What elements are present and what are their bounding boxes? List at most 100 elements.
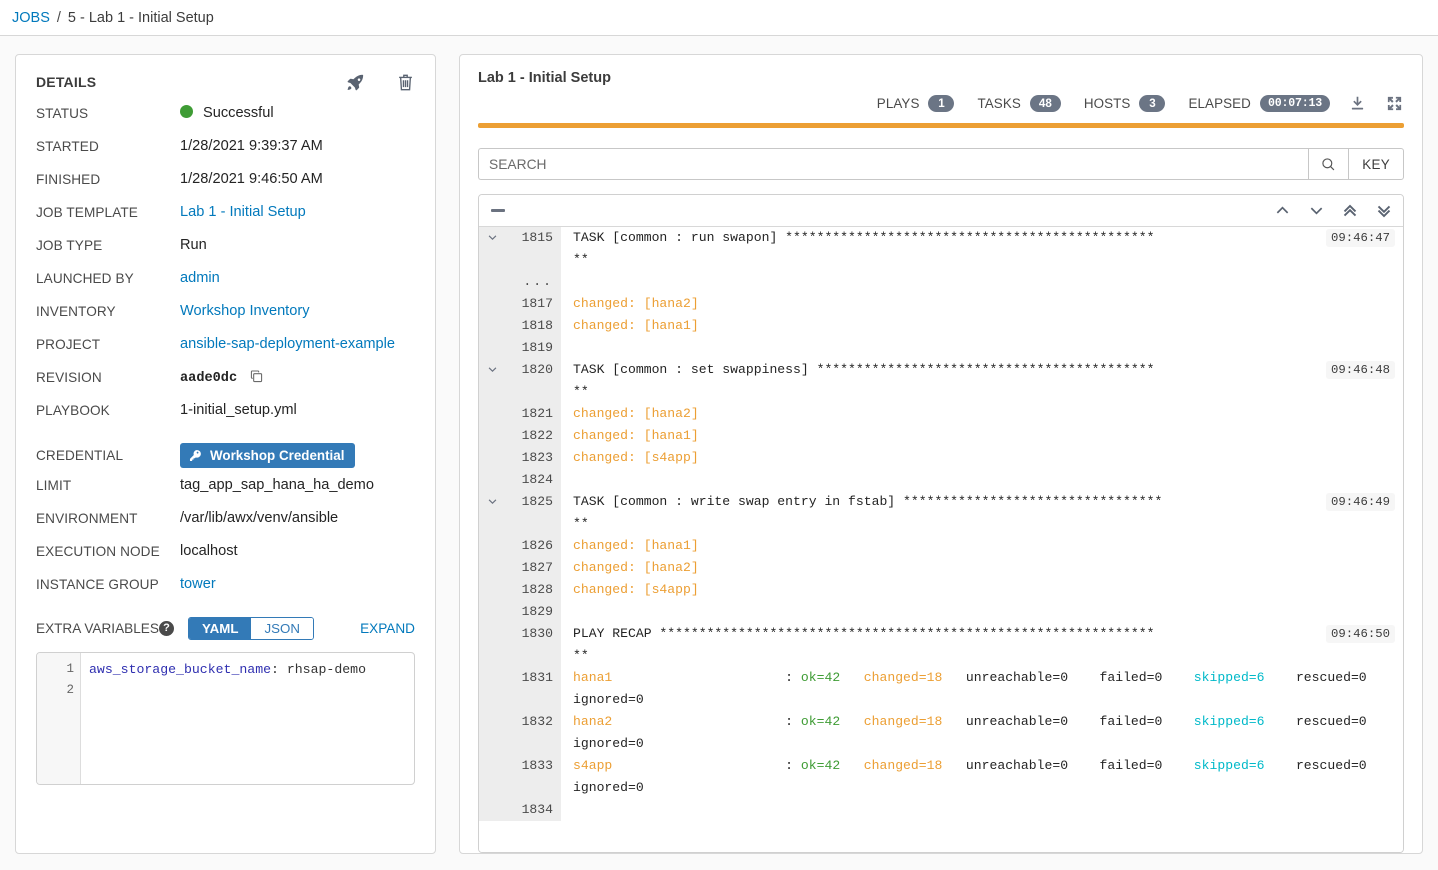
format-json-button[interactable]: JSON — [251, 617, 313, 639]
rocket-icon[interactable] — [345, 72, 365, 92]
trash-icon[interactable] — [395, 72, 415, 92]
console-line: ... — [479, 271, 1403, 293]
collapse-all-toggle[interactable] — [491, 209, 505, 212]
console-text-segment: changed=18 — [863, 714, 943, 729]
label-execution-node: EXECUTION NODE — [36, 544, 160, 559]
stat-value-hosts: 3 — [1139, 94, 1166, 112]
scroll-down-icon[interactable] — [1307, 202, 1325, 220]
console-lines[interactable]: 1815 TASK [common : run swapon] *********… — [479, 227, 1403, 852]
console-line-number: 1827 — [505, 557, 561, 579]
console-line-text: changed: [s4app] — [561, 579, 1403, 601]
launched-by-link[interactable]: admin — [180, 270, 220, 286]
console-line-spacer — [479, 535, 505, 557]
console-timestamp: 09:46:48 — [1325, 361, 1395, 379]
revision-value: aade0dc — [180, 371, 238, 386]
console-line: 1822 changed: [hana1] — [479, 425, 1403, 447]
stat-label-elapsed: ELAPSED — [1188, 95, 1251, 111]
inventory-link[interactable]: Workshop Inventory — [180, 303, 310, 319]
value-playbook: 1-initial_setup.yml — [180, 402, 297, 418]
console-line-number: 1828 — [505, 579, 561, 601]
console-line-number: 1825 — [505, 491, 561, 535]
stat-value-plays: 1 — [928, 94, 955, 112]
console-line: 1818 changed: [hana1] — [479, 315, 1403, 337]
scroll-bottom-icon[interactable] — [1375, 202, 1393, 220]
console-text-segment: changed: [s4app] — [573, 582, 699, 597]
scroll-up-icon[interactable] — [1273, 202, 1291, 220]
console-line-text: changed: [hana1] — [561, 535, 1403, 557]
console-line-text: changed: [hana1] — [561, 315, 1403, 337]
console-line-spacer — [479, 293, 505, 315]
chevron-down-icon[interactable] — [479, 227, 505, 271]
console-nav-icons — [1273, 202, 1393, 220]
console-line-text: s4app : ok=42 changed=18 unreachable=0 f… — [561, 755, 1403, 799]
console-line: 1829 — [479, 601, 1403, 623]
chevron-down-icon[interactable] — [479, 359, 505, 403]
console-line-text: changed: [hana2] — [561, 557, 1403, 579]
credential-chip[interactable]: Workshop Credential — [180, 442, 356, 468]
search-icon[interactable] — [1308, 148, 1349, 180]
console-text-segment: skipped=6 — [1193, 714, 1265, 729]
console-text-segment: s4app — [573, 758, 613, 773]
console-line-spacer — [479, 557, 505, 579]
yaml-value: : rhsap-demo — [271, 662, 366, 677]
details-title: DETAILS — [36, 74, 97, 90]
label-finished: FINISHED — [36, 172, 101, 187]
console-line-number: 1815 — [505, 227, 561, 271]
stat-label-tasks: TASKS — [977, 95, 1021, 111]
instance-group-link[interactable]: tower — [180, 576, 216, 592]
console-line-number: 1831 — [505, 667, 561, 711]
scroll-top-icon[interactable] — [1341, 202, 1359, 220]
detail-row-environment: ENVIRONMENT /var/lib/awx/venv/ansible — [36, 509, 415, 542]
question-mark-icon[interactable]: ? — [159, 620, 174, 636]
console-line-spacer — [479, 623, 505, 667]
console-text-segment: ok=42 — [800, 758, 841, 773]
detail-row-job-template: JOB TEMPLATE Lab 1 - Initial Setup — [36, 203, 415, 236]
editor-content[interactable]: aws_storage_bucket_name: rhsap-demo — [81, 653, 414, 784]
console-text-segment: : — [612, 670, 801, 685]
console-text-segment: unreachable=0 failed=0 — [942, 670, 1194, 685]
key-button[interactable]: KEY — [1348, 148, 1404, 180]
chevron-down-icon[interactable] — [479, 491, 505, 535]
details-actions — [345, 72, 415, 92]
console-line: 1833 s4app : ok=42 changed=18 unreachable… — [479, 755, 1403, 799]
console-timestamp: 09:46:50 — [1325, 625, 1395, 643]
console-text-segment: changed: [hana2] — [573, 296, 699, 311]
label-credential: CREDENTIAL — [36, 447, 124, 463]
search-input[interactable] — [478, 148, 1309, 180]
label-extra-variables: EXTRA VARIABLES — [36, 620, 159, 636]
console-line-text: changed: [hana2] — [561, 403, 1403, 425]
value-status: Successful — [180, 104, 274, 121]
extra-variables-editor[interactable]: 1 2 aws_storage_bucket_name: rhsap-demo — [36, 652, 415, 785]
project-link[interactable]: ansible-sap-deployment-example — [180, 336, 395, 352]
console-line-spacer — [479, 799, 505, 821]
console-text-segment: changed: [hana1] — [573, 538, 699, 553]
label-environment: ENVIRONMENT — [36, 511, 138, 526]
console-line-spacer — [479, 315, 505, 337]
console-line-spacer — [479, 711, 505, 755]
download-icon[interactable] — [1347, 93, 1367, 113]
label-job-type: JOB TYPE — [36, 238, 103, 253]
expand-icon[interactable] — [1384, 93, 1404, 113]
console-text-segment: changed: [hana2] — [573, 560, 699, 575]
output-title: Lab 1 - Initial Setup — [478, 70, 611, 86]
console-text-segment: unreachable=0 failed=0 — [942, 758, 1194, 773]
console-line-number: ... — [505, 271, 561, 293]
detail-row-started: STARTED 1/28/2021 9:39:37 AM — [36, 137, 415, 170]
label-revision: REVISION — [36, 370, 102, 385]
console-text-segment: : — [612, 714, 801, 729]
label-inventory: INVENTORY — [36, 304, 116, 319]
console-text-segment: changed=18 — [863, 758, 943, 773]
status-text: Successful — [203, 105, 274, 121]
console-text-segment: changed: [s4app] — [573, 450, 699, 465]
console-text-segment: skipped=6 — [1193, 670, 1265, 685]
console-line: 1831 hana1 : ok=42 changed=18 unreachable… — [479, 667, 1403, 711]
breadcrumb-current: 5 - Lab 1 - Initial Setup — [67, 9, 214, 26]
expand-variables-link[interactable]: EXPAND — [360, 621, 415, 636]
breadcrumb-jobs-link[interactable]: JOBS — [12, 10, 50, 26]
console-line-number: 1826 — [505, 535, 561, 557]
line-number: 1 — [66, 662, 74, 676]
job-template-link[interactable]: Lab 1 - Initial Setup — [180, 204, 306, 220]
copy-icon[interactable] — [249, 369, 264, 388]
format-yaml-button[interactable]: YAML — [189, 617, 252, 639]
console-line-spacer — [479, 579, 505, 601]
